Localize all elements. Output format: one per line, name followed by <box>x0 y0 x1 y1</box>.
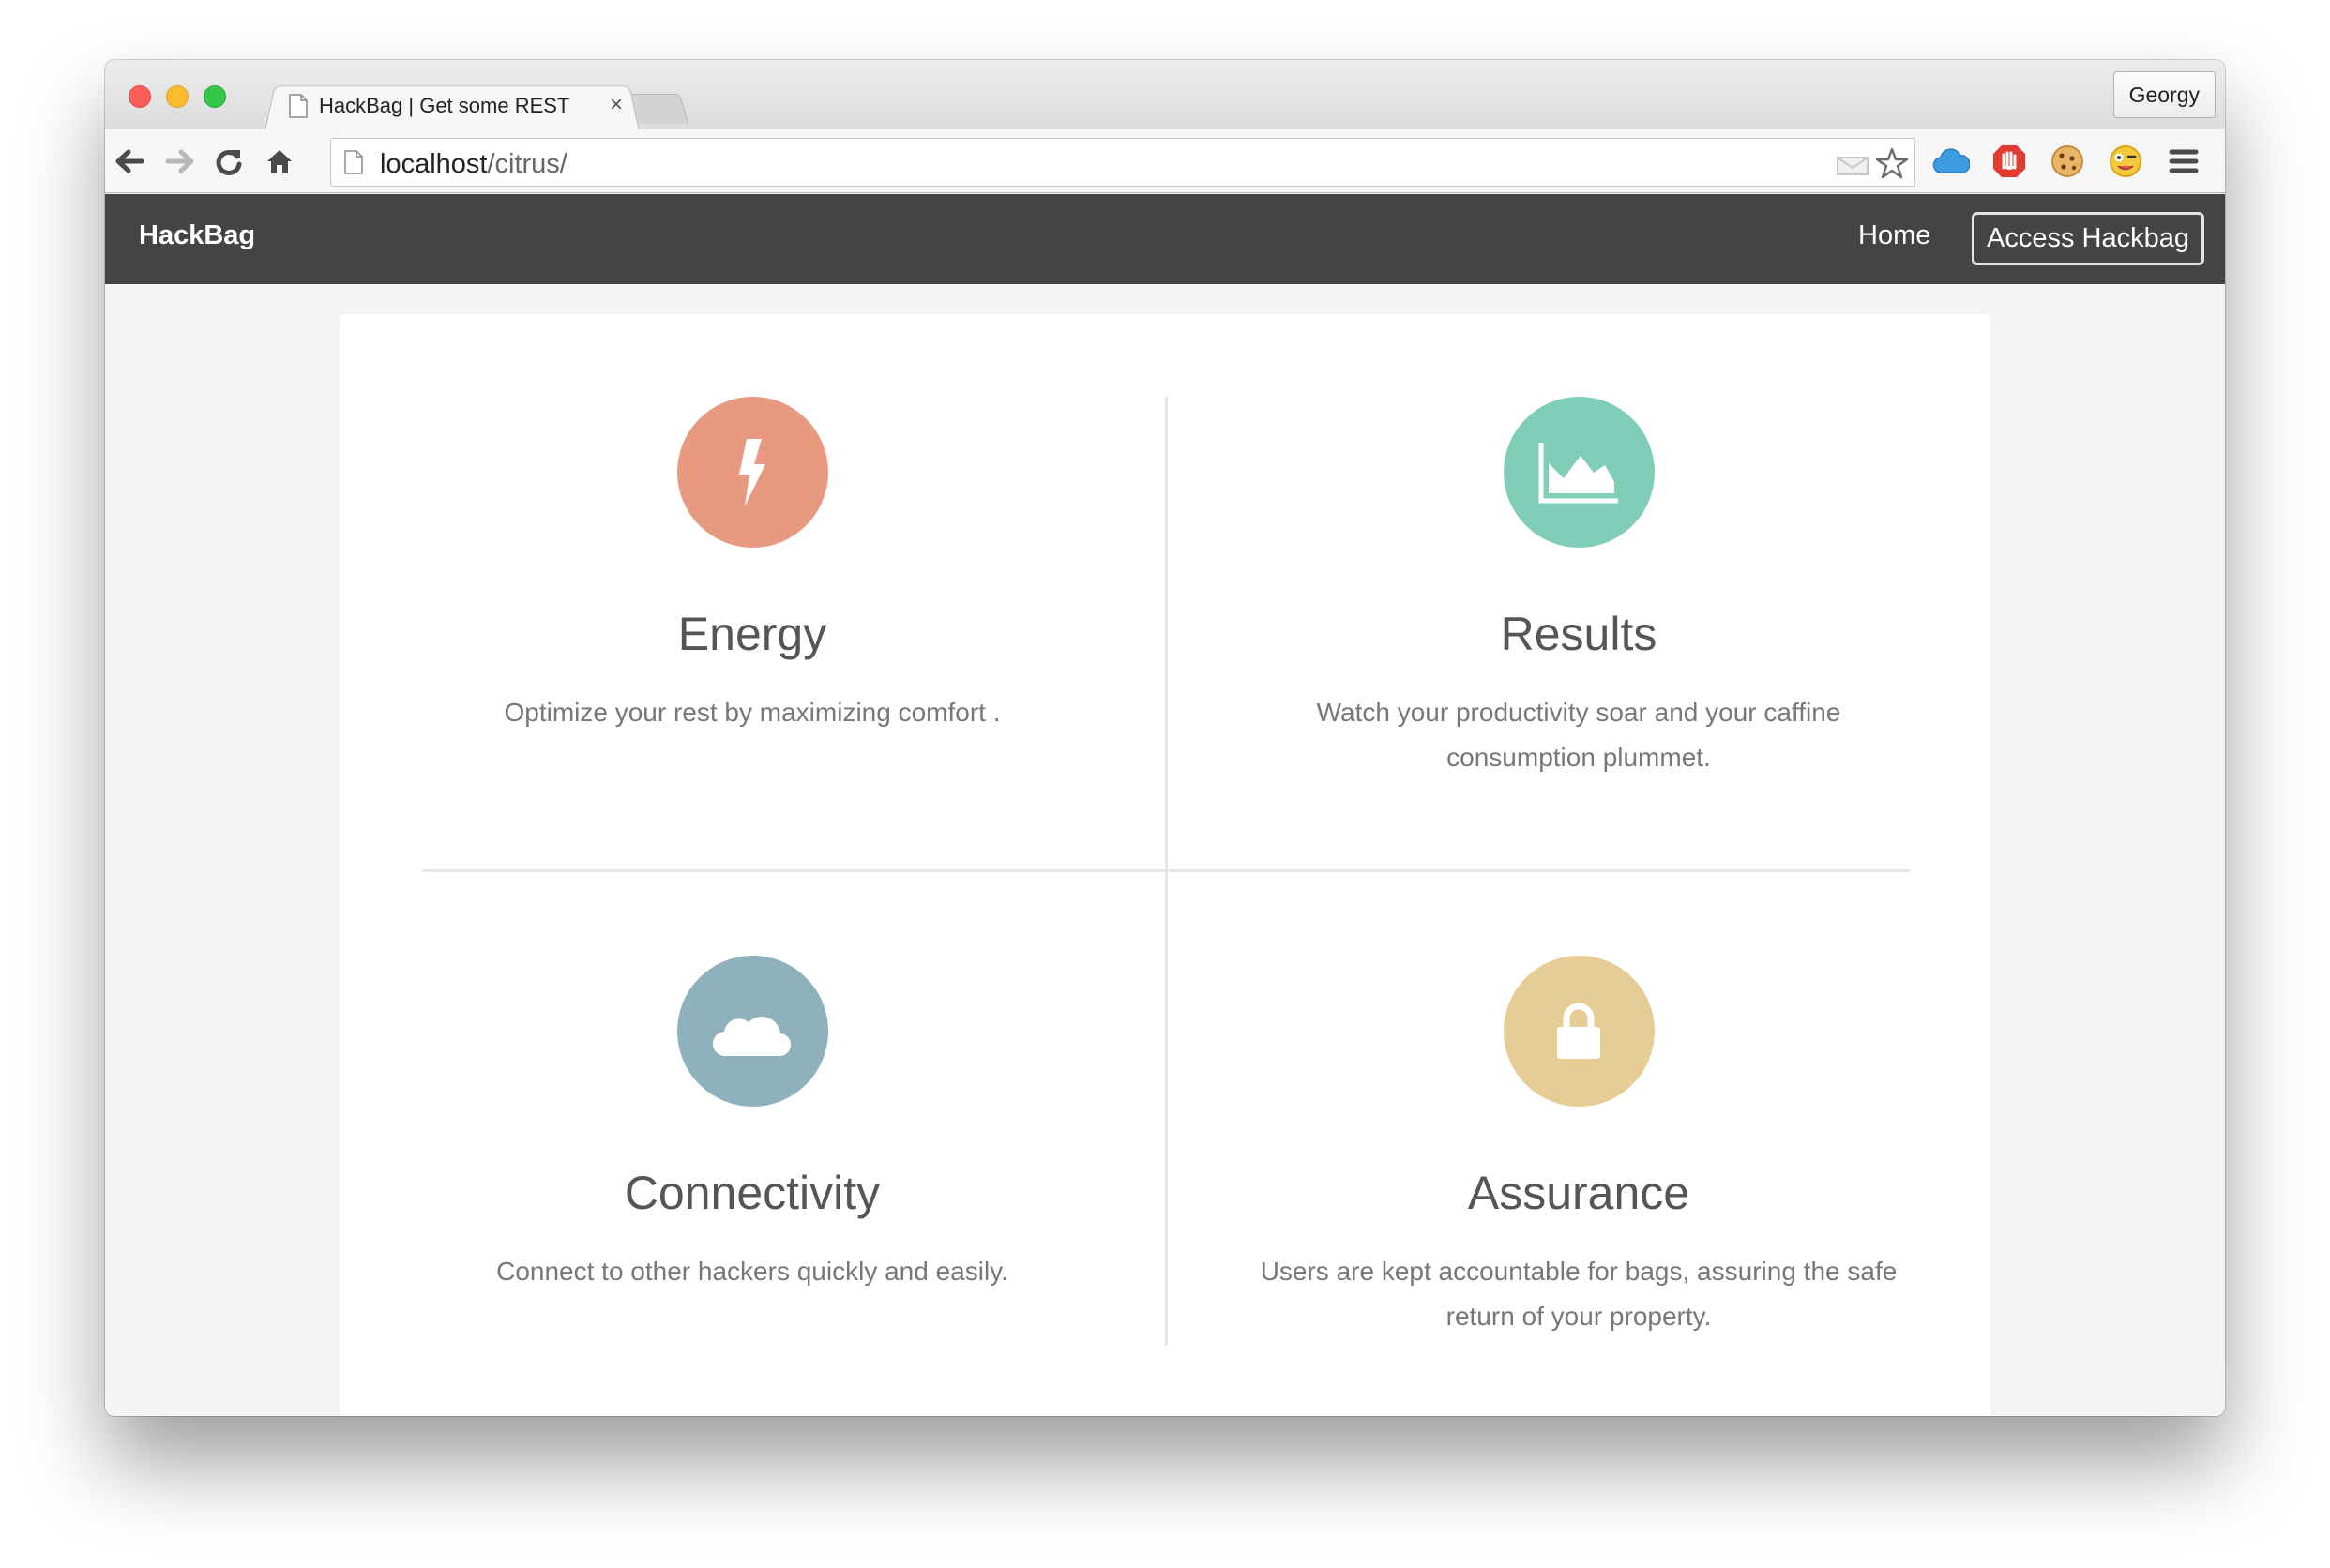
feature-results: Results Watch your productivity soar and… <box>1203 397 1954 780</box>
browser-window: HackBag | Get some REST × Georgy localho… <box>105 60 2225 1416</box>
url-text: localhost/citrus/ <box>380 149 567 180</box>
feature-connectivity: Connectivity Connect to other hackers qu… <box>377 956 1127 1294</box>
url-path: /citrus/ <box>487 149 567 179</box>
nav-home-link[interactable]: Home <box>1858 220 1930 251</box>
energy-icon-circle <box>676 397 828 548</box>
page-viewport: HackBag Home Access Hackbag Energy Optim… <box>105 194 2225 1416</box>
lightning-bolt-icon <box>739 438 765 506</box>
feature-energy: Energy Optimize your rest by maximizing … <box>377 397 1127 735</box>
feature-title: Energy <box>677 608 827 660</box>
page-icon <box>344 150 363 174</box>
emoji-face-icon[interactable] <box>2107 143 2144 180</box>
results-icon-circle <box>1503 397 1655 548</box>
reload-icon[interactable] <box>210 143 248 180</box>
assurance-icon-circle <box>1503 956 1655 1107</box>
zoom-window-button[interactable] <box>204 85 226 108</box>
site-navbar: HackBag Home Access Hackbag <box>105 194 2225 284</box>
area-chart-icon <box>1538 442 1618 503</box>
back-arrow-icon[interactable] <box>111 143 148 180</box>
tab-title: HackBag | Get some REST <box>319 94 570 117</box>
address-bar[interactable]: localhost/citrus/ <box>330 138 1915 187</box>
browser-toolbar: localhost/citrus/ <box>105 129 2225 193</box>
feature-title: Connectivity <box>624 1167 881 1219</box>
feature-assurance: Assurance Users are kept accountable for… <box>1203 956 1954 1339</box>
home-icon[interactable] <box>261 143 298 180</box>
minimize-window-button[interactable] <box>166 85 189 108</box>
feature-title: Results <box>1500 608 1657 660</box>
browser-titlebar: HackBag | Get some REST × Georgy <box>105 60 2225 131</box>
page-icon <box>289 94 308 118</box>
brand-link[interactable]: HackBag <box>139 220 255 251</box>
cookie-icon[interactable] <box>2049 143 2086 180</box>
url-host: localhost <box>380 149 488 179</box>
cloud-extension-icon[interactable] <box>1932 143 1970 180</box>
active-tab[interactable]: HackBag | Get some REST × <box>272 83 638 129</box>
feature-description: Connect to other hackers quickly and eas… <box>496 1257 1008 1286</box>
bookmark-star-icon[interactable] <box>1875 146 1909 180</box>
access-hackbag-button[interactable]: Access Hackbag <box>1972 212 2204 265</box>
feature-description: Users are kept accountable for bags, ass… <box>1260 1257 1898 1331</box>
feature-description: Optimize your rest by maximizing comfort… <box>504 698 1001 727</box>
feature-description: Watch your productivity soar and your ca… <box>1316 698 1841 772</box>
profile-button[interactable]: Georgy <box>2112 71 2216 118</box>
adblock-hand-icon[interactable] <box>1990 143 2028 180</box>
forward-arrow-icon[interactable] <box>161 143 199 180</box>
cloud-icon <box>713 1016 791 1056</box>
tab-close-icon[interactable]: × <box>610 94 623 116</box>
connectivity-icon-circle <box>676 956 828 1107</box>
features-card: Energy Optimize your rest by maximizing … <box>340 314 1990 1416</box>
horizontal-divider <box>422 869 1910 872</box>
mail-icon[interactable] <box>1836 152 1869 176</box>
close-window-button[interactable] <box>129 85 151 108</box>
menu-icon[interactable] <box>2165 143 2202 180</box>
lock-icon <box>1557 1003 1600 1059</box>
feature-title: Assurance <box>1467 1167 1690 1219</box>
